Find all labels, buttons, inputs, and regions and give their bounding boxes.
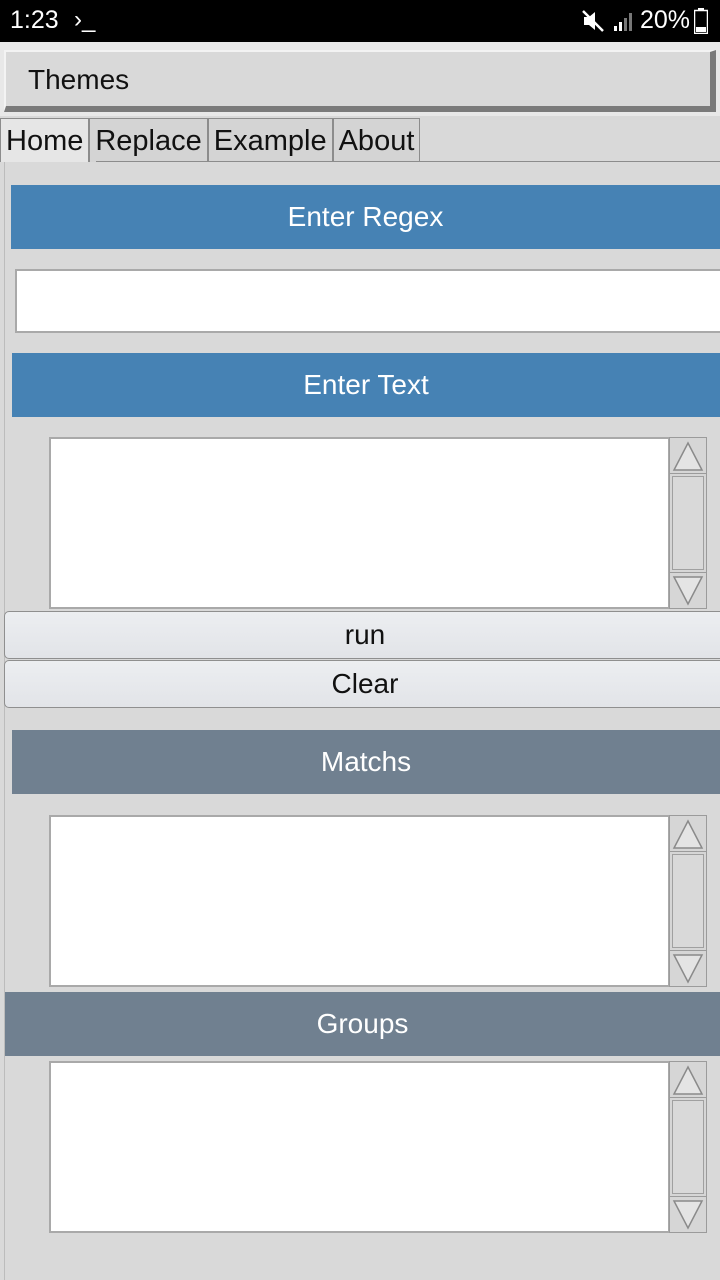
groups-output[interactable] xyxy=(49,1061,670,1233)
matches-header: Matchs xyxy=(12,730,720,794)
status-bar: 1:23 ›_ 20% xyxy=(0,0,720,42)
groups-scrollbar[interactable] xyxy=(669,1061,707,1233)
text-input[interactable] xyxy=(49,437,670,609)
signal-icon xyxy=(614,13,632,31)
scroll-down-icon[interactable] xyxy=(670,1196,706,1232)
themes-menu-button[interactable]: Themes xyxy=(4,50,716,112)
tab-about[interactable]: About xyxy=(332,118,421,162)
scroll-thumb[interactable] xyxy=(672,476,704,570)
matches-scrollbar[interactable] xyxy=(669,815,707,987)
themes-area: Themes xyxy=(0,42,720,116)
text-header: Enter Text xyxy=(12,353,720,417)
scroll-up-icon[interactable] xyxy=(670,438,706,474)
tab-example[interactable]: Example xyxy=(207,118,333,162)
scroll-up-icon[interactable] xyxy=(670,1062,706,1098)
scroll-down-icon[interactable] xyxy=(670,572,706,608)
tab-replace[interactable]: Replace xyxy=(89,118,208,162)
regex-header: Enter Regex xyxy=(11,185,720,249)
run-button[interactable]: run xyxy=(4,611,720,659)
regex-input[interactable] xyxy=(15,269,720,333)
clear-button[interactable]: Clear xyxy=(4,660,720,708)
scroll-down-icon[interactable] xyxy=(670,950,706,986)
battery-icon xyxy=(694,8,708,34)
terminal-icon: ›_ xyxy=(74,6,96,33)
tab-bar: Home Replace Example About xyxy=(0,118,421,162)
mute-icon xyxy=(582,10,604,32)
scroll-thumb[interactable] xyxy=(672,1100,704,1194)
tab-home[interactable]: Home xyxy=(0,118,90,162)
groups-header: Groups xyxy=(5,992,720,1056)
battery-percent: 20% xyxy=(640,6,691,34)
themes-label: Themes xyxy=(28,64,130,95)
scroll-thumb[interactable] xyxy=(672,854,704,948)
scroll-up-icon[interactable] xyxy=(670,816,706,852)
matches-output[interactable] xyxy=(49,815,670,987)
text-input-scrollbar[interactable] xyxy=(669,437,707,609)
status-time: 1:23 xyxy=(10,6,59,34)
